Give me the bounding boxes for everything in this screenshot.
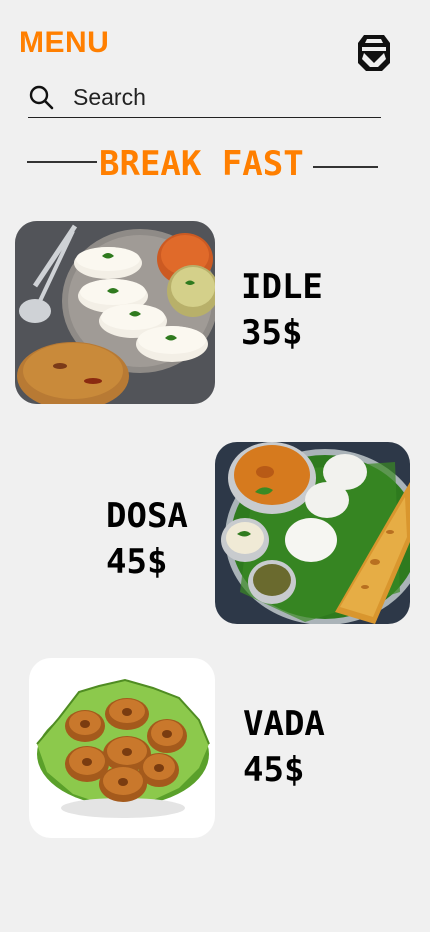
mask-logo-icon[interactable] (352, 29, 396, 73)
item-price: 35$ (241, 313, 303, 353)
item-price: 45$ (106, 542, 168, 582)
section-title: BREAK FAST (99, 144, 304, 184)
search-input[interactable] (73, 84, 353, 111)
search-bar[interactable] (28, 80, 381, 118)
page-title: MENU (19, 26, 110, 59)
section-divider-left (27, 161, 97, 163)
search-icon[interactable] (28, 84, 54, 110)
idli-image[interactable] (15, 221, 215, 404)
section-divider-right (313, 166, 378, 168)
vada-image[interactable] (29, 658, 215, 838)
item-price: 45$ (243, 750, 305, 790)
item-name: VADA (243, 704, 325, 744)
item-name: IDLE (241, 267, 323, 307)
dosa-image[interactable] (215, 442, 410, 624)
item-name: DOSA (106, 496, 188, 536)
